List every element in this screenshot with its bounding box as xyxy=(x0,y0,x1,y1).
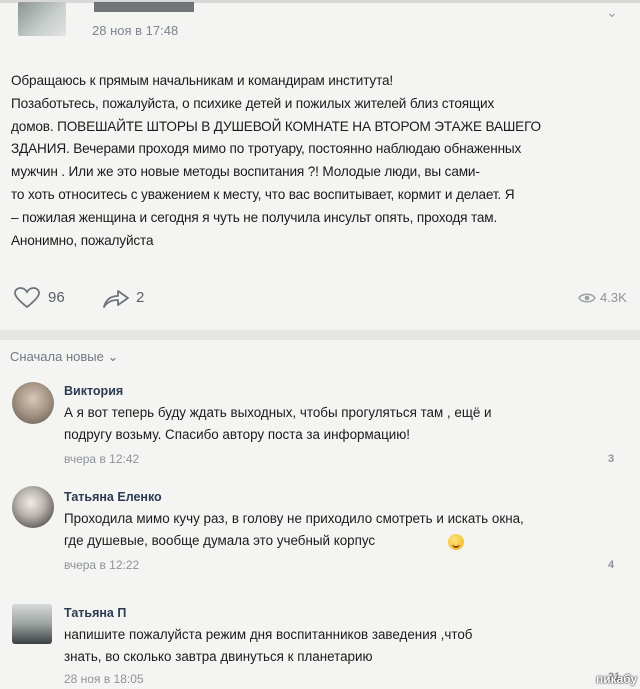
commenter-name[interactable]: Татьяна Еленко xyxy=(64,490,162,504)
comment-like-count[interactable]: 3 xyxy=(608,453,614,465)
commenter-name[interactable]: Татьяна П xyxy=(64,606,126,620)
comment-item: Татьяна П напишите пожалуйста режим дня … xyxy=(0,596,640,689)
comment-date[interactable]: 28 ноя в 18:05 xyxy=(64,672,144,686)
comment-date[interactable]: вчера в 12:42 xyxy=(64,452,139,466)
comment-text: А я вот теперь буду ждать выходных, чтоб… xyxy=(64,405,492,442)
like-count: 96 xyxy=(48,289,65,306)
share-icon[interactable] xyxy=(102,287,130,309)
post-actions: 96 2 4.3K xyxy=(0,283,640,313)
commenter-avatar[interactable] xyxy=(12,604,52,644)
views-count: 4.3K xyxy=(600,290,627,305)
eye-icon xyxy=(578,293,596,303)
chevron-down-icon[interactable]: ⌄ xyxy=(606,4,618,21)
commenter-avatar[interactable] xyxy=(12,486,54,528)
comment-item: Виктория А я вот теперь буду ждать выход… xyxy=(0,378,640,478)
author-name-redacted[interactable] xyxy=(94,2,194,12)
comments-sort-toggle[interactable]: Сначала новые ⌄ xyxy=(10,349,118,365)
comment-like-count[interactable]: 4 xyxy=(608,559,614,571)
author-avatar[interactable] xyxy=(18,2,66,36)
watermark-logo: пикабу xyxy=(596,672,638,686)
comment-text: Проходила мимо кучу раз, в голову не при… xyxy=(64,511,524,548)
comment-date[interactable]: вчера в 12:22 xyxy=(64,558,139,572)
post-header: 28 ноя в 17:48 ⌄ xyxy=(0,0,640,60)
comment-item: Татьяна Еленко Проходила мимо кучу раз, … xyxy=(0,484,640,584)
share-count: 2 xyxy=(136,289,145,306)
commenter-name[interactable]: Виктория xyxy=(64,384,123,398)
comment-text: напишите пожалуйста режим дня воспитанни… xyxy=(64,627,473,664)
grinning-face-emoji-icon xyxy=(448,534,464,550)
section-divider xyxy=(0,330,640,340)
post-text: Обращаюсь к прямым начальникам и команди… xyxy=(11,73,541,248)
post-date[interactable]: 28 ноя в 17:48 xyxy=(92,23,178,38)
heart-icon[interactable] xyxy=(14,287,40,309)
commenter-avatar[interactable] xyxy=(12,382,54,424)
